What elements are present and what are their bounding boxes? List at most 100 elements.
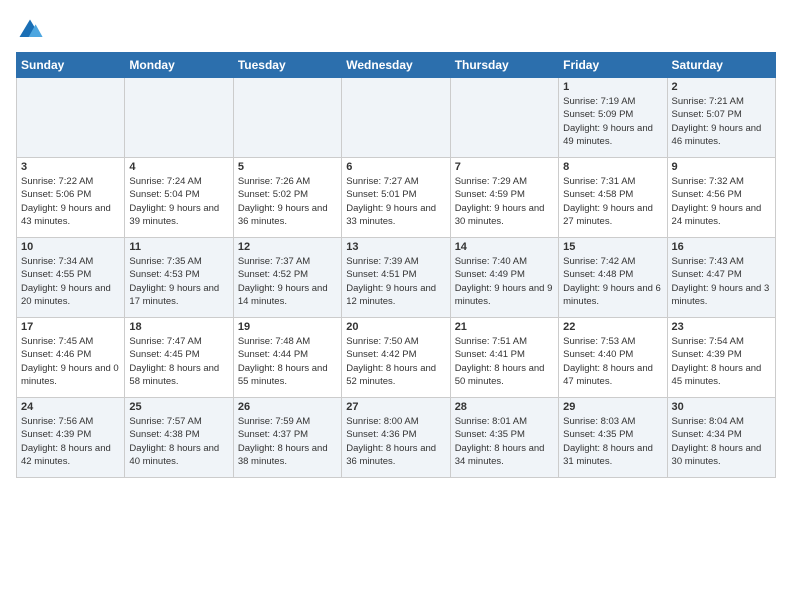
day-number: 5 <box>238 161 337 173</box>
day-number: 21 <box>455 321 554 333</box>
calendar-cell <box>342 78 450 158</box>
day-info: Sunrise: 7:22 AM Sunset: 5:06 PM Dayligh… <box>21 175 120 228</box>
header-day-tuesday: Tuesday <box>233 53 341 78</box>
day-info: Sunrise: 7:24 AM Sunset: 5:04 PM Dayligh… <box>129 175 228 228</box>
header-day-wednesday: Wednesday <box>342 53 450 78</box>
day-info: Sunrise: 8:04 AM Sunset: 4:34 PM Dayligh… <box>672 415 771 468</box>
header-day-sunday: Sunday <box>17 53 125 78</box>
day-info: Sunrise: 7:31 AM Sunset: 4:58 PM Dayligh… <box>563 175 662 228</box>
calendar-cell <box>17 78 125 158</box>
day-number: 9 <box>672 161 771 173</box>
day-info: Sunrise: 7:42 AM Sunset: 4:48 PM Dayligh… <box>563 255 662 308</box>
logo <box>16 16 48 44</box>
calendar-cell: 8Sunrise: 7:31 AM Sunset: 4:58 PM Daylig… <box>559 158 667 238</box>
calendar-cell: 12 Sunrise: 7:37 AM Sunset: 4:52 PM Dayli… <box>233 238 341 318</box>
week-row-5: 24 Sunrise: 7:56 AM Sunset: 4:39 PM Dayli… <box>17 398 776 478</box>
day-info: Sunrise: 7:50 AM Sunset: 4:42 PM Dayligh… <box>346 335 445 388</box>
calendar-cell <box>450 78 558 158</box>
calendar-cell: 16 Sunrise: 7:43 AM Sunset: 4:47 PM Dayli… <box>667 238 775 318</box>
day-number: 16 <box>672 241 771 253</box>
day-info: Sunrise: 7:26 AM Sunset: 5:02 PM Dayligh… <box>238 175 337 228</box>
calendar-cell: 26Sunrise: 7:59 AM Sunset: 4:37 PM Dayli… <box>233 398 341 478</box>
calendar-cell: 30Sunrise: 8:04 AM Sunset: 4:34 PM Dayli… <box>667 398 775 478</box>
day-number: 24 <box>21 401 120 413</box>
page-container: SundayMondayTuesdayWednesdayThursdayFrid… <box>0 0 792 486</box>
calendar-cell <box>233 78 341 158</box>
calendar-cell: 23Sunrise: 7:54 AM Sunset: 4:39 PM Dayli… <box>667 318 775 398</box>
day-number: 7 <box>455 161 554 173</box>
day-info: Sunrise: 8:01 AM Sunset: 4:35 PM Dayligh… <box>455 415 554 468</box>
day-info: Sunrise: 7:29 AM Sunset: 4:59 PM Dayligh… <box>455 175 554 228</box>
calendar-cell: 28 Sunrise: 8:01 AM Sunset: 4:35 PM Dayli… <box>450 398 558 478</box>
day-number: 17 <box>21 321 120 333</box>
day-info: Sunrise: 7:21 AM Sunset: 5:07 PM Dayligh… <box>672 95 771 148</box>
week-row-4: 17 Sunrise: 7:45 AM Sunset: 4:46 PM Dayli… <box>17 318 776 398</box>
day-info: Sunrise: 7:59 AM Sunset: 4:37 PM Dayligh… <box>238 415 337 468</box>
day-number: 12 <box>238 241 337 253</box>
calendar-cell: 21 Sunrise: 7:51 AM Sunset: 4:41 PM Dayli… <box>450 318 558 398</box>
day-number: 27 <box>346 401 445 413</box>
day-number: 29 <box>563 401 662 413</box>
week-row-3: 10Sunrise: 7:34 AM Sunset: 4:55 PM Dayli… <box>17 238 776 318</box>
day-info: Sunrise: 7:19 AM Sunset: 5:09 PM Dayligh… <box>563 95 662 148</box>
week-row-1: 1 Sunrise: 7:19 AM Sunset: 5:09 PM Daylig… <box>17 78 776 158</box>
day-info: Sunrise: 7:57 AM Sunset: 4:38 PM Dayligh… <box>129 415 228 468</box>
day-info: Sunrise: 7:32 AM Sunset: 4:56 PM Dayligh… <box>672 175 771 228</box>
calendar-cell: 24 Sunrise: 7:56 AM Sunset: 4:39 PM Dayli… <box>17 398 125 478</box>
calendar-cell: 14Sunrise: 7:40 AM Sunset: 4:49 PM Dayli… <box>450 238 558 318</box>
day-info: Sunrise: 7:45 AM Sunset: 4:46 PM Dayligh… <box>21 335 120 388</box>
logo-icon <box>16 16 44 44</box>
calendar-header: SundayMondayTuesdayWednesdayThursdayFrid… <box>17 53 776 78</box>
day-info: Sunrise: 7:34 AM Sunset: 4:55 PM Dayligh… <box>21 255 120 308</box>
day-info: Sunrise: 7:27 AM Sunset: 5:01 PM Dayligh… <box>346 175 445 228</box>
calendar-cell: 2 Sunrise: 7:21 AM Sunset: 5:07 PM Daylig… <box>667 78 775 158</box>
calendar-cell <box>125 78 233 158</box>
day-number: 20 <box>346 321 445 333</box>
day-info: Sunrise: 7:53 AM Sunset: 4:40 PM Dayligh… <box>563 335 662 388</box>
day-number: 2 <box>672 81 771 93</box>
calendar-cell: 20 Sunrise: 7:50 AM Sunset: 4:42 PM Dayli… <box>342 318 450 398</box>
calendar-cell: 13 Sunrise: 7:39 AM Sunset: 4:51 PM Dayli… <box>342 238 450 318</box>
day-info: Sunrise: 7:51 AM Sunset: 4:41 PM Dayligh… <box>455 335 554 388</box>
day-info: Sunrise: 7:39 AM Sunset: 4:51 PM Dayligh… <box>346 255 445 308</box>
calendar-cell: 17 Sunrise: 7:45 AM Sunset: 4:46 PM Dayli… <box>17 318 125 398</box>
day-number: 11 <box>129 241 228 253</box>
day-number: 1 <box>563 81 662 93</box>
calendar-cell: 19 Sunrise: 7:48 AM Sunset: 4:44 PM Dayli… <box>233 318 341 398</box>
calendar-cell: 10Sunrise: 7:34 AM Sunset: 4:55 PM Dayli… <box>17 238 125 318</box>
day-info: Sunrise: 7:40 AM Sunset: 4:49 PM Dayligh… <box>455 255 554 308</box>
day-number: 15 <box>563 241 662 253</box>
calendar-body: 1 Sunrise: 7:19 AM Sunset: 5:09 PM Daylig… <box>17 78 776 478</box>
day-number: 18 <box>129 321 228 333</box>
calendar-cell: 11 Sunrise: 7:35 AM Sunset: 4:53 PM Dayli… <box>125 238 233 318</box>
calendar-cell: 27 Sunrise: 8:00 AM Sunset: 4:36 PM Dayli… <box>342 398 450 478</box>
calendar-cell: 9 Sunrise: 7:32 AM Sunset: 4:56 PM Daylig… <box>667 158 775 238</box>
day-info: Sunrise: 8:00 AM Sunset: 4:36 PM Dayligh… <box>346 415 445 468</box>
calendar-cell: 3 Sunrise: 7:22 AM Sunset: 5:06 PM Daylig… <box>17 158 125 238</box>
day-info: Sunrise: 7:56 AM Sunset: 4:39 PM Dayligh… <box>21 415 120 468</box>
day-number: 4 <box>129 161 228 173</box>
calendar-cell: 29Sunrise: 8:03 AM Sunset: 4:35 PM Dayli… <box>559 398 667 478</box>
day-info: Sunrise: 7:48 AM Sunset: 4:44 PM Dayligh… <box>238 335 337 388</box>
header-row: SundayMondayTuesdayWednesdayThursdayFrid… <box>17 53 776 78</box>
calendar-cell: 22Sunrise: 7:53 AM Sunset: 4:40 PM Dayli… <box>559 318 667 398</box>
header-day-monday: Monday <box>125 53 233 78</box>
calendar-cell: 4 Sunrise: 7:24 AM Sunset: 5:04 PM Daylig… <box>125 158 233 238</box>
header-day-saturday: Saturday <box>667 53 775 78</box>
day-info: Sunrise: 7:43 AM Sunset: 4:47 PM Dayligh… <box>672 255 771 308</box>
day-info: Sunrise: 7:54 AM Sunset: 4:39 PM Dayligh… <box>672 335 771 388</box>
day-number: 19 <box>238 321 337 333</box>
day-number: 3 <box>21 161 120 173</box>
header-day-thursday: Thursday <box>450 53 558 78</box>
day-info: Sunrise: 7:37 AM Sunset: 4:52 PM Dayligh… <box>238 255 337 308</box>
calendar-table: SundayMondayTuesdayWednesdayThursdayFrid… <box>16 52 776 478</box>
day-info: Sunrise: 7:35 AM Sunset: 4:53 PM Dayligh… <box>129 255 228 308</box>
day-number: 13 <box>346 241 445 253</box>
day-number: 6 <box>346 161 445 173</box>
calendar-cell: 7 Sunrise: 7:29 AM Sunset: 4:59 PM Daylig… <box>450 158 558 238</box>
calendar-cell: 1 Sunrise: 7:19 AM Sunset: 5:09 PM Daylig… <box>559 78 667 158</box>
day-number: 28 <box>455 401 554 413</box>
day-number: 25 <box>129 401 228 413</box>
header <box>16 16 776 44</box>
calendar-cell: 25 Sunrise: 7:57 AM Sunset: 4:38 PM Dayli… <box>125 398 233 478</box>
